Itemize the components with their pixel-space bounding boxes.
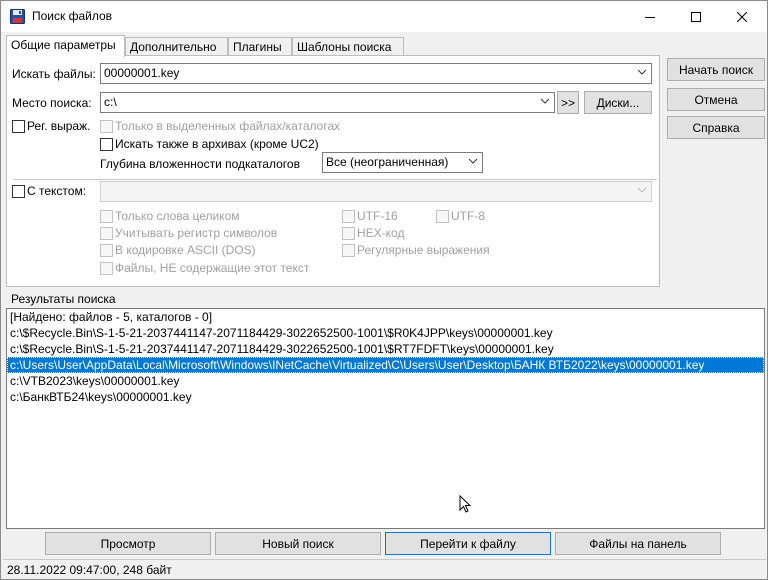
start-search-button[interactable]: Начать поиск xyxy=(667,58,765,81)
hex-checkbox[interactable] xyxy=(342,227,355,240)
search-files-combo[interactable]: 00000001.key xyxy=(100,63,652,84)
status-text: 28.11.2022 09:47:00, 248 байт xyxy=(7,563,172,577)
window-title: Поиск файлов xyxy=(32,9,113,23)
search-dialog: Поиск файлов Общие параметры Дополнитель… xyxy=(0,0,768,580)
tab-templates[interactable]: Шаблоны поиска xyxy=(292,37,404,56)
location-label: Место поиска: xyxy=(12,96,92,110)
whole-words-label: Только слова целиком xyxy=(115,209,240,223)
depth-select[interactable]: Все (неограниченная) xyxy=(322,152,483,173)
list-item[interactable]: c:\БанкВТБ24\keys\00000001.key xyxy=(7,389,764,405)
divider xyxy=(13,179,657,180)
with-text-checkbox[interactable] xyxy=(12,185,25,198)
tab-general[interactable]: Общие параметры xyxy=(6,35,125,57)
not-containing-checkbox[interactable] xyxy=(100,262,113,275)
utf8-label: UTF-8 xyxy=(451,209,485,223)
regex-label: Рег. выраж. xyxy=(27,119,91,133)
regex2-label: Регулярные выражения xyxy=(357,243,490,257)
only-selected-label: Только в выделенных файлах/каталогах xyxy=(115,119,341,133)
close-button[interactable] xyxy=(719,1,765,32)
utf8-checkbox[interactable] xyxy=(436,210,449,223)
chevron-down-icon xyxy=(637,187,647,193)
search-files-label: Искать файлы: xyxy=(12,67,96,81)
general-panel: Искать файлы: 00000001.key Место поиска:… xyxy=(6,55,660,287)
list-item[interactable]: [Найдено: файлов - 5, каталогов - 0] xyxy=(7,309,764,325)
whole-words-checkbox[interactable] xyxy=(100,210,113,223)
tab-advanced[interactable]: Дополнительно xyxy=(125,37,228,56)
title-bar: Поиск файлов xyxy=(1,1,767,32)
browse-button[interactable]: >> xyxy=(557,91,579,114)
ascii-label: В кодировке ASCII (DOS) xyxy=(115,243,256,257)
ascii-checkbox[interactable] xyxy=(100,244,113,257)
case-checkbox[interactable] xyxy=(100,227,113,240)
maximize-button[interactable] xyxy=(673,1,719,32)
utf16-checkbox[interactable] xyxy=(342,210,355,223)
chevron-down-icon xyxy=(468,158,478,164)
floppy-disk-icon xyxy=(10,9,25,24)
location-combo[interactable]: c:\ xyxy=(100,92,555,113)
results-label: Результаты поиска xyxy=(11,292,116,306)
depth-label: Глубина вложенности подкаталогов xyxy=(100,157,300,171)
regex2-checkbox[interactable] xyxy=(342,244,355,257)
new-search-button[interactable]: Новый поиск xyxy=(215,532,381,555)
files-to-panel-button[interactable]: Файлы на панель xyxy=(555,532,721,555)
mouse-cursor-icon xyxy=(459,495,471,513)
minimize-icon xyxy=(645,16,655,18)
status-bar: 28.11.2022 09:47:00, 248 байт xyxy=(3,559,766,579)
regex-checkbox[interactable] xyxy=(12,120,25,133)
search-archives-label: Искать также в архивах (кроме UC2) xyxy=(115,137,319,151)
chevron-down-icon xyxy=(540,98,550,104)
minimize-button[interactable] xyxy=(627,1,673,32)
drives-button[interactable]: Диски... xyxy=(584,91,652,114)
maximize-icon xyxy=(691,11,701,22)
search-archives-checkbox[interactable] xyxy=(100,138,113,151)
case-label: Учитывать регистр символов xyxy=(115,226,278,240)
hex-label: HEX-код xyxy=(357,226,405,240)
utf16-label: UTF-16 xyxy=(357,209,398,223)
location-value: c:\ xyxy=(104,95,117,109)
help-button[interactable]: Справка xyxy=(667,116,765,139)
list-item[interactable]: c:\$Recycle.Bin\S-1-5-21-2037441147-2071… xyxy=(7,325,764,341)
view-button[interactable]: Просмотр xyxy=(45,532,211,555)
with-text-label: С текстом: xyxy=(27,184,87,198)
list-item[interactable]: c:\VTB2023\keys\00000001.key xyxy=(7,373,764,389)
only-selected-checkbox[interactable] xyxy=(100,120,113,133)
go-to-file-button[interactable]: Перейти к файлу xyxy=(385,532,551,555)
not-containing-label: Файлы, НЕ содержащие этот текст xyxy=(115,261,310,275)
list-item-selected[interactable]: c:\Users\User\AppData\Local\Microsoft\Wi… xyxy=(7,357,764,373)
results-list[interactable]: [Найдено: файлов - 5, каталогов - 0] c:\… xyxy=(6,308,765,529)
close-icon xyxy=(737,11,747,22)
list-item[interactable]: c:\$Recycle.Bin\S-1-5-21-2037441147-2071… xyxy=(7,341,764,357)
tab-plugins[interactable]: Плагины xyxy=(228,37,292,56)
depth-value: Все (неограниченная) xyxy=(326,155,449,169)
cancel-button[interactable]: Отмена xyxy=(667,88,765,111)
with-text-combo[interactable] xyxy=(100,181,652,202)
search-files-value: 00000001.key xyxy=(104,66,180,80)
chevron-down-icon xyxy=(637,69,647,75)
